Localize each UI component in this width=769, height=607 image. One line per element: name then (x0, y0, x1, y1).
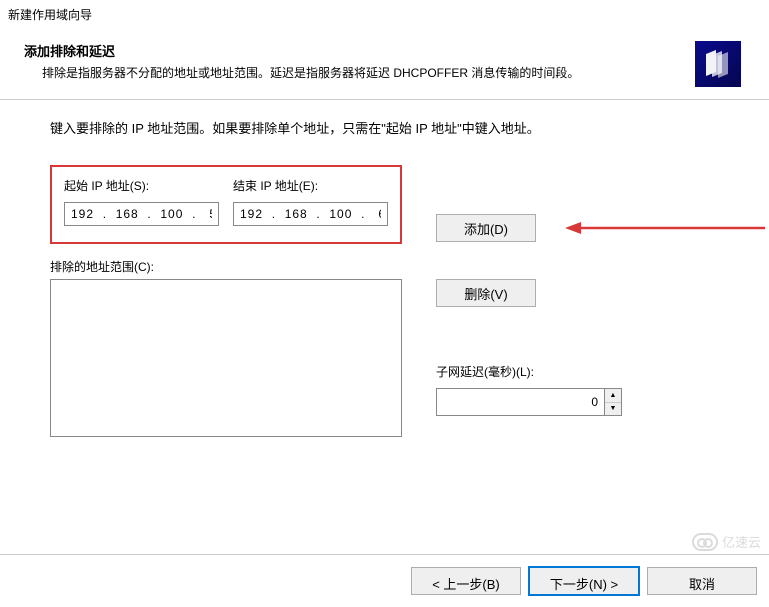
wizard-header-description: 排除是指服务器不分配的地址或地址范围。延迟是指服务器将延迟 DHCPOFFER … (42, 64, 695, 83)
excluded-ranges-listbox[interactable] (50, 279, 402, 437)
wizard-footer: < 上一步(B) 下一步(N) > 取消 (0, 554, 769, 595)
subnet-delay-label: 子网延迟(毫秒)(L): (436, 363, 541, 380)
cancel-button[interactable]: 取消 (647, 567, 757, 595)
next-button[interactable]: 下一步(N) > (529, 567, 639, 595)
delay-step-up[interactable]: ▲ (605, 389, 621, 403)
delay-step-down[interactable]: ▼ (605, 403, 621, 416)
wizard-header: 添加排除和延迟 排除是指服务器不分配的地址或地址范围。延迟是指服务器将延迟 DH… (0, 29, 769, 100)
ip-input-highlight: 起始 IP 地址(S): 结束 IP 地址(E): (50, 165, 402, 244)
delay-stepper: ▲ ▼ (605, 388, 622, 416)
window-title: 新建作用域向导 (0, 0, 769, 29)
back-button[interactable]: < 上一步(B) (411, 567, 521, 595)
watermark: 亿速云 (692, 532, 761, 551)
add-button[interactable]: 添加(D) (436, 214, 536, 242)
wizard-header-icon (695, 41, 741, 87)
wizard-body: 键入要排除的 IP 地址范围。如果要排除单个地址，只需在"起始 IP 地址"中键… (0, 100, 769, 437)
excluded-ranges-label: 排除的地址范围(C): (50, 258, 719, 275)
instruction-text: 键入要排除的 IP 地址范围。如果要排除单个地址，只需在"起始 IP 地址"中键… (50, 118, 719, 137)
end-ip-input[interactable] (233, 202, 388, 226)
remove-button[interactable]: 删除(V) (436, 279, 536, 307)
watermark-text: 亿速云 (722, 532, 761, 551)
watermark-icon (692, 533, 718, 551)
start-ip-label: 起始 IP 地址(S): (64, 177, 219, 194)
wizard-header-title: 添加排除和延迟 (24, 41, 695, 60)
start-ip-input[interactable] (64, 202, 219, 226)
end-ip-label: 结束 IP 地址(E): (233, 177, 388, 194)
subnet-delay-input[interactable] (436, 388, 605, 416)
annotation-arrow-icon (565, 218, 765, 238)
